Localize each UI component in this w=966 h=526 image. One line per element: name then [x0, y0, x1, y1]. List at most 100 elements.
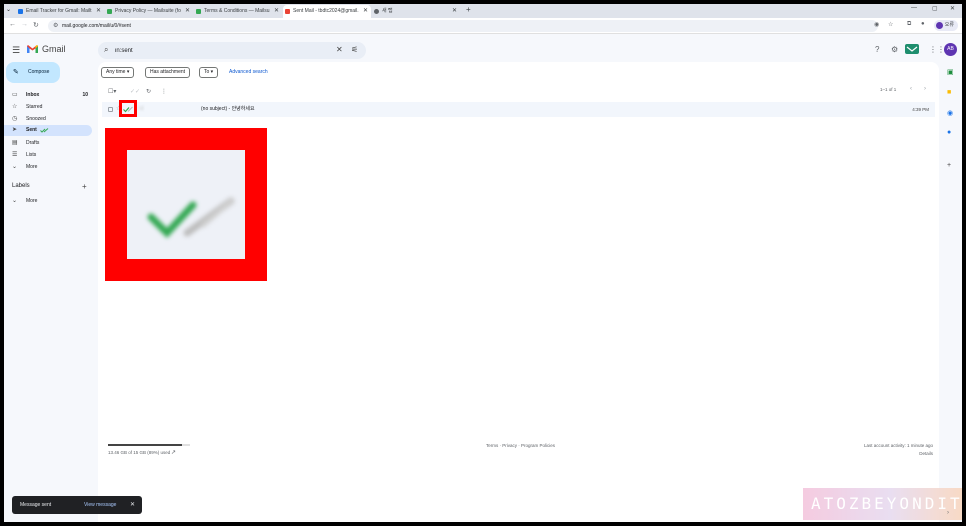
- chevron-down-icon: ⌄: [12, 198, 18, 204]
- maximize-icon[interactable]: ▢: [932, 5, 938, 12]
- extensions-icon[interactable]: ⧉: [907, 21, 911, 28]
- favicon-icon: [196, 9, 201, 14]
- tab-strip: ⌄ Email Tracker for Gmail: Mailt ✕ Priva…: [4, 4, 962, 18]
- row-time: 4:39 PM: [912, 107, 929, 112]
- filter-to[interactable]: To ▾: [199, 67, 219, 78]
- compose-button[interactable]: ✎ Compose: [6, 62, 60, 83]
- tab-sent-mail[interactable]: Sent Mail - tbdtc2024@gmail. ✕: [283, 5, 371, 18]
- external-link-icon[interactable]: ↗: [171, 449, 176, 456]
- close-icon[interactable]: ✕: [96, 5, 101, 18]
- chip-label: Has attachment: [150, 69, 186, 75]
- list-icon: ☰: [12, 152, 18, 158]
- sidebar-item-starred[interactable]: ☆ Starred: [4, 102, 92, 113]
- profile-button[interactable]: 오류: [934, 20, 958, 31]
- chip-label: Any time: [106, 69, 126, 75]
- help-icon[interactable]: ?: [875, 45, 879, 54]
- gmail-favicon-icon: [285, 9, 290, 14]
- account-activity: Last account activity: 1 minute ago: [863, 443, 933, 448]
- clear-search-icon[interactable]: ✕: [336, 45, 343, 54]
- settings-gear-icon[interactable]: ⚙: [891, 45, 898, 54]
- unread-count: 10: [82, 92, 88, 98]
- more-options-icon[interactable]: ⋮: [161, 88, 167, 95]
- compose-label: Compose: [28, 69, 50, 75]
- search-bar[interactable]: ⌕ ✕ ⚟: [98, 42, 366, 59]
- address-bar[interactable]: ⚙ mail.google.com/mail/u/0/#sent: [48, 20, 878, 32]
- bookmark-star-icon[interactable]: ☆: [888, 21, 893, 28]
- browser-toolbar: ← → ↻ ⚙ mail.google.com/mail/u/0/#sent ◉…: [4, 18, 962, 34]
- tracking-check-zoom: [105, 128, 267, 281]
- close-icon[interactable]: ✕: [274, 5, 279, 18]
- add-label-button[interactable]: +: [82, 182, 87, 191]
- sidebar-item-inbox[interactable]: ▭ Inbox 10: [4, 90, 92, 101]
- refresh-icon[interactable]: ↻: [146, 88, 151, 95]
- keep-icon[interactable]: ■: [947, 89, 951, 96]
- search-input[interactable]: [115, 42, 315, 59]
- close-icon[interactable]: ✕: [185, 5, 190, 18]
- forward-icon[interactable]: →: [21, 21, 28, 28]
- close-icon[interactable]: ✕: [452, 5, 457, 18]
- sidebar-item-label: Drafts: [26, 140, 40, 146]
- favicon-icon: [107, 9, 112, 14]
- reload-icon[interactable]: ↻: [33, 21, 39, 29]
- chevron-right-icon[interactable]: ›: [947, 510, 949, 516]
- gmail-logo-icon[interactable]: [26, 44, 39, 54]
- tab-email-tracker[interactable]: Email Tracker for Gmail: Mailt ✕: [16, 5, 104, 18]
- older-page-icon[interactable]: ›: [924, 86, 926, 92]
- tab-new-tab[interactable]: 새 탭 ✕: [372, 5, 460, 18]
- advanced-search-link[interactable]: Advanced search: [229, 67, 268, 78]
- profile-icon[interactable]: ●: [921, 21, 925, 27]
- search-options-icon[interactable]: ⚟: [351, 45, 358, 54]
- view-message-button[interactable]: View message: [84, 496, 116, 514]
- mailsuite-extension-icon[interactable]: [905, 44, 919, 54]
- tab-title: Privacy Policy — Mailsuite (fo: [115, 8, 181, 14]
- tracking-status-highlight[interactable]: [119, 100, 137, 117]
- snackbar-message: Message sent: [20, 502, 52, 508]
- window-close-icon[interactable]: ✕: [950, 5, 955, 12]
- newer-page-icon[interactable]: ‹: [910, 86, 912, 92]
- double-check-icon: [147, 197, 235, 239]
- watermark: ATOZBEYONDIT ›: [803, 488, 962, 520]
- back-icon[interactable]: ←: [9, 21, 16, 28]
- row-sender: 나: [139, 106, 144, 112]
- storage-usage-text: 13.46 GB of 15 GB (89%) used: [108, 450, 171, 455]
- main-menu-icon[interactable]: ☰: [12, 45, 20, 56]
- close-icon[interactable]: ✕: [130, 496, 135, 514]
- labels-more[interactable]: ⌄ More: [4, 196, 92, 207]
- tab-search-icon[interactable]: ⌄: [6, 6, 11, 13]
- select-all-checkbox[interactable]: ☐▾: [108, 88, 116, 95]
- minimize-icon[interactable]: —: [911, 5, 917, 11]
- gmail-wordmark[interactable]: Gmail: [42, 44, 66, 54]
- sidebar-item-sent[interactable]: ➤ Sent: [4, 125, 92, 136]
- eye-icon[interactable]: ◉: [874, 21, 879, 28]
- apps-grid-icon[interactable]: ⋮⋮: [929, 45, 945, 54]
- pencil-icon: ✎: [13, 69, 19, 76]
- tasks-icon[interactable]: ◉: [947, 109, 953, 117]
- tab-privacy-policy[interactable]: Privacy Policy — Mailsuite (fo ✕: [105, 5, 193, 18]
- sidebar-item-more[interactable]: ⌄ More: [4, 162, 92, 173]
- details-link[interactable]: Details: [919, 451, 933, 456]
- site-info-icon[interactable]: ⚙: [53, 22, 58, 29]
- favicon-icon: [18, 9, 23, 14]
- tab-terms[interactable]: Terms & Conditions — Mailsu ✕: [194, 5, 282, 18]
- tracking-filter-icon[interactable]: ✓✓: [130, 88, 140, 95]
- footer-links[interactable]: Terms · Privacy · Program Policies: [486, 443, 555, 448]
- new-tab-button[interactable]: +: [466, 5, 471, 14]
- get-addons-icon[interactable]: +: [947, 162, 951, 169]
- sidebar-item-snoozed[interactable]: ◷ Snoozed: [4, 114, 92, 125]
- calendar-icon[interactable]: ▣: [947, 68, 954, 76]
- row-checkbox[interactable]: [108, 107, 113, 112]
- sidebar-item-lists[interactable]: ☰ Lists: [4, 150, 92, 161]
- table-row[interactable]: ☆ 나 (no subject) - 안녕하세요 4:39 PM: [102, 102, 935, 117]
- filter-has-attachment[interactable]: Has attachment: [145, 67, 191, 78]
- sidebar-item-label: Snoozed: [26, 116, 46, 122]
- contacts-icon[interactable]: ●: [947, 129, 951, 136]
- chevron-down-icon: ⌄: [12, 164, 18, 170]
- sidebar-item-drafts[interactable]: ▤ Drafts: [4, 138, 92, 149]
- filter-any-time[interactable]: Any time ▾: [101, 67, 135, 78]
- close-icon[interactable]: ✕: [363, 5, 368, 18]
- url-text[interactable]: mail.google.com/mail/u/0/#sent: [62, 20, 131, 32]
- inbox-icon: ▭: [12, 92, 18, 98]
- account-avatar[interactable]: AB: [944, 43, 957, 56]
- search-icon[interactable]: ⌕: [104, 45, 108, 55]
- read-receipt-check-icon: [123, 106, 133, 113]
